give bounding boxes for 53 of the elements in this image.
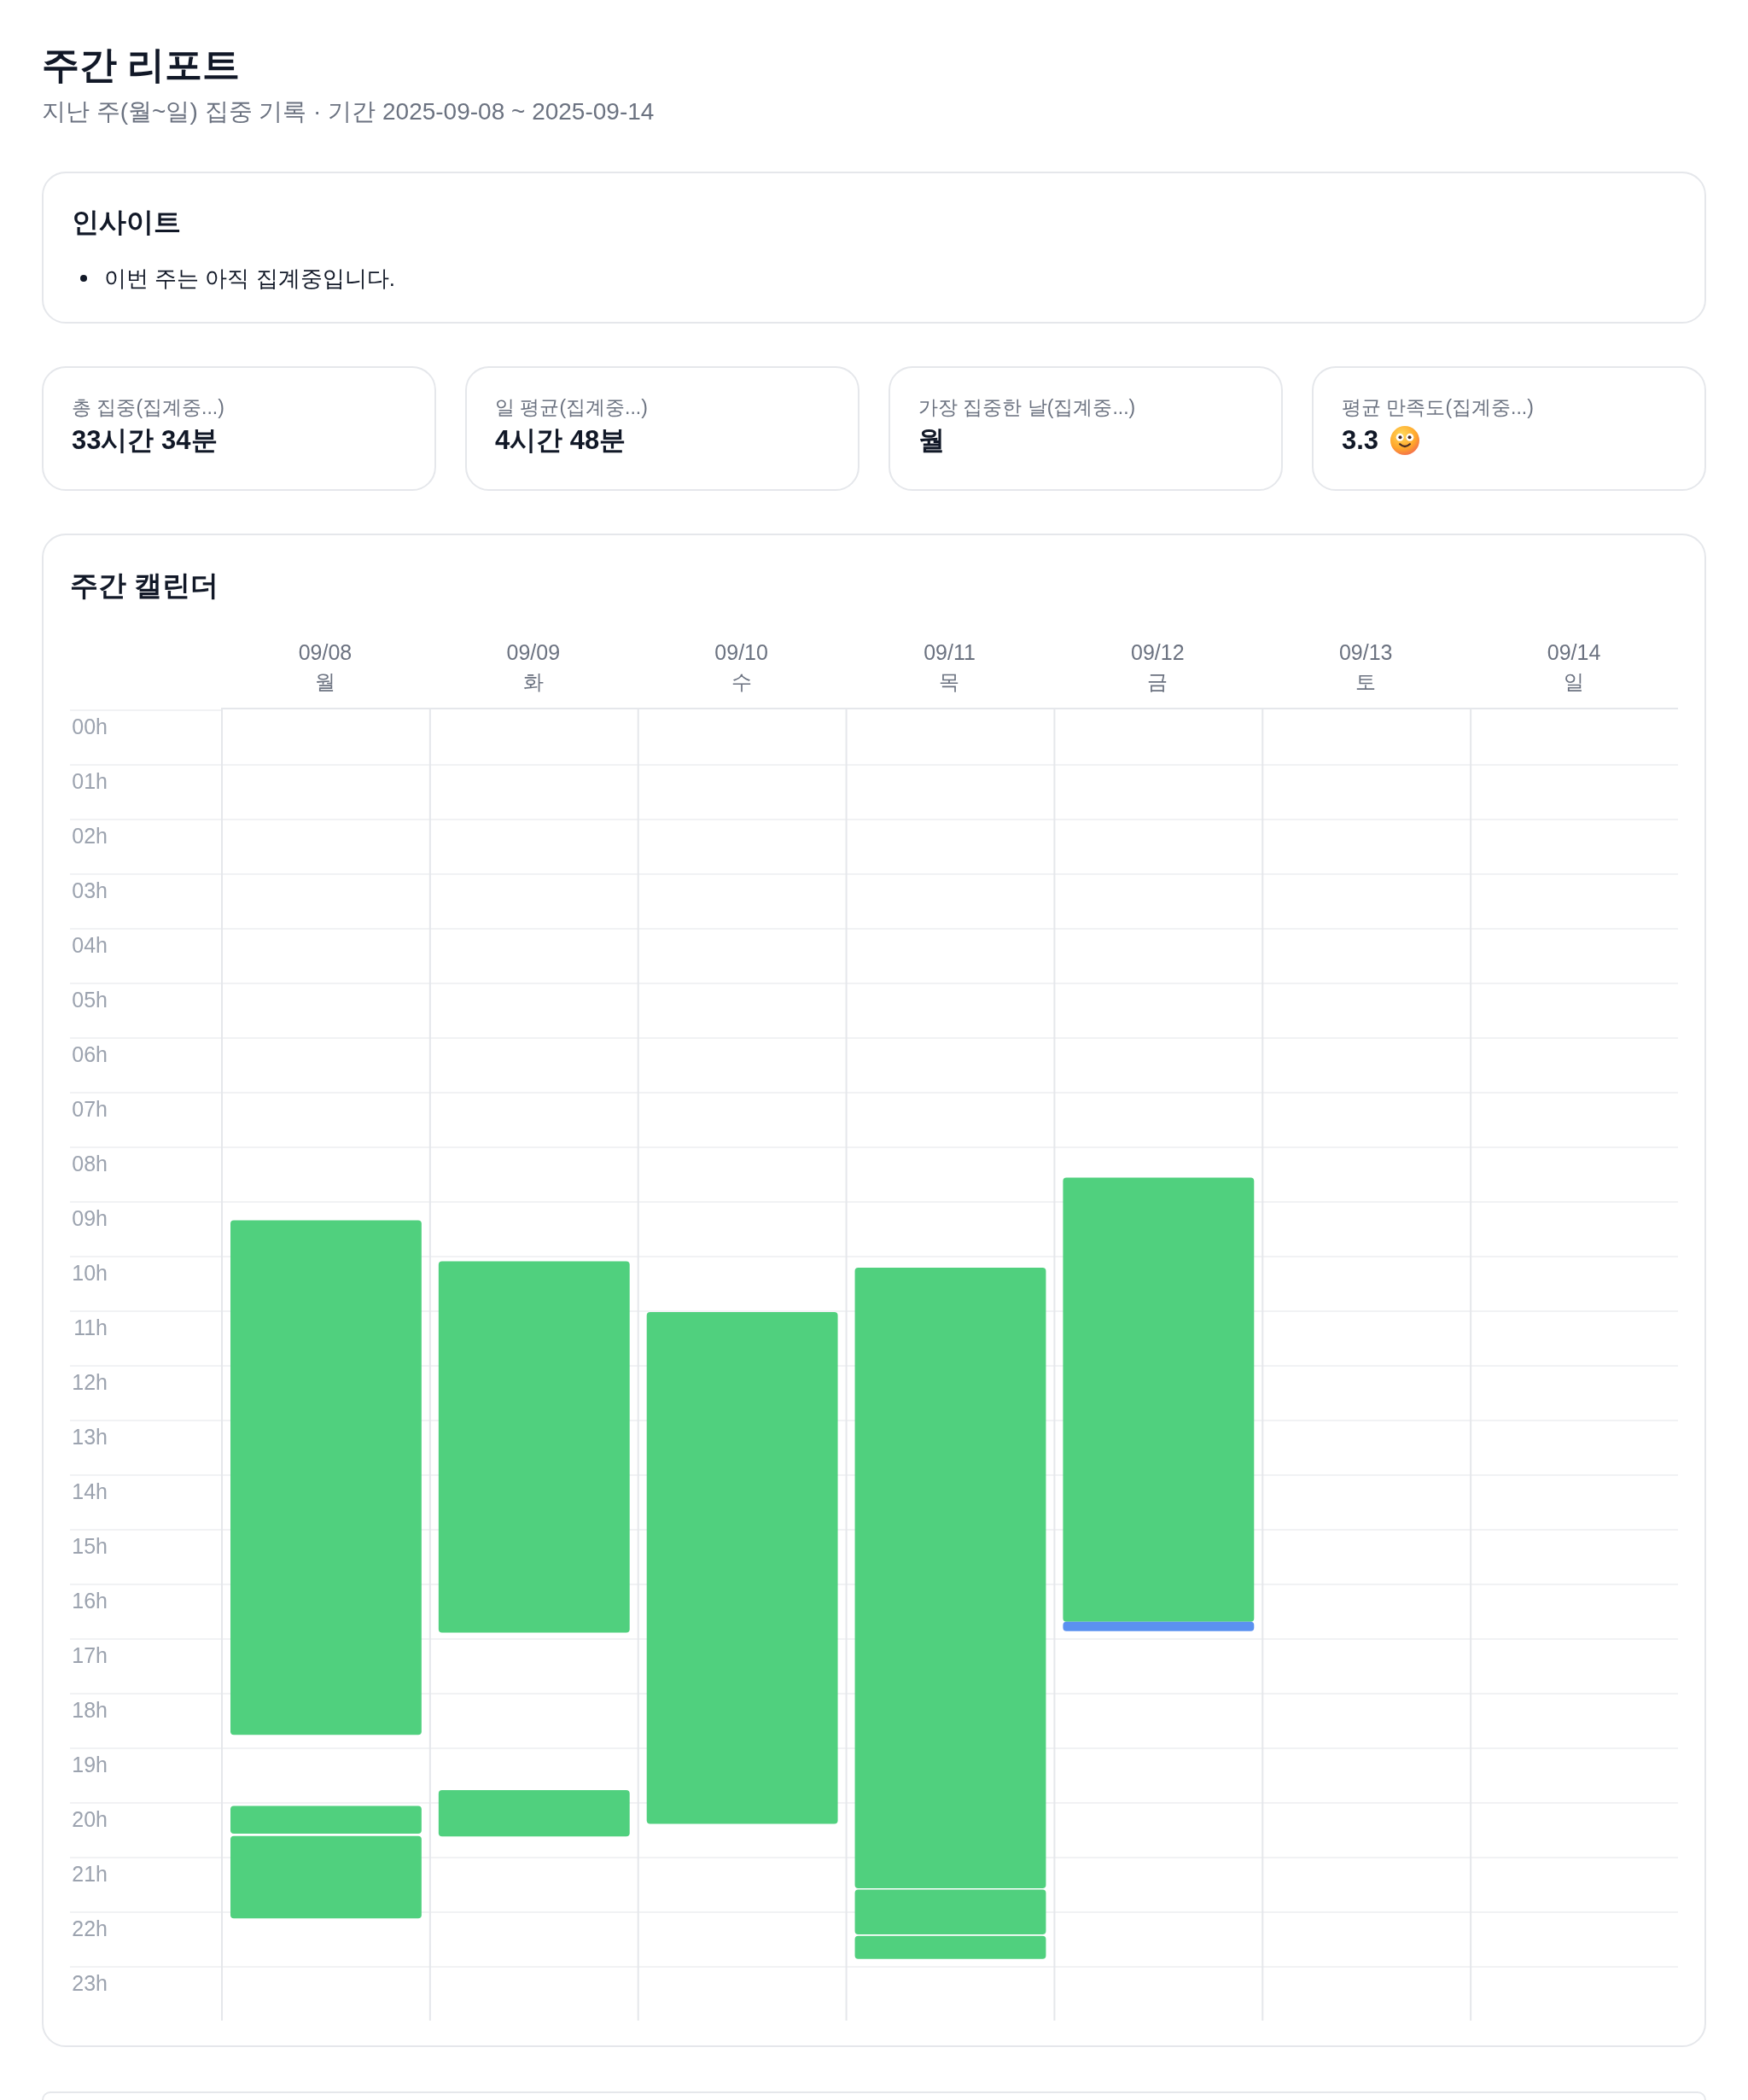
- weekday-label: 금: [1147, 669, 1168, 695]
- weekday-label: 토: [1355, 669, 1377, 695]
- hour-label: 01h: [72, 768, 108, 794]
- date-label: 09/13: [1338, 639, 1393, 666]
- hour-label: 00h: [72, 714, 108, 739]
- hour-label: 16h: [72, 1588, 108, 1613]
- hour-label: 07h: [72, 1096, 108, 1122]
- date-label: 09/14: [1547, 639, 1601, 666]
- insight-text: 이번 주는 아직 집계중입니다.: [104, 265, 395, 293]
- stat-label: 일 평균(집계중...): [495, 395, 648, 420]
- hour-label: 23h: [72, 1970, 108, 1996]
- hour-label: 13h: [72, 1424, 108, 1450]
- hour-label: 09h: [72, 1205, 108, 1231]
- stat-label: 평균 만족도(집계중...): [1342, 395, 1534, 420]
- hour-label: 12h: [72, 1369, 108, 1395]
- hour-label: 02h: [72, 823, 108, 849]
- hour-label: 11h: [73, 1315, 108, 1340]
- hour-label: 06h: [72, 1041, 108, 1067]
- stat-label: 총 집중(집계중...): [72, 395, 224, 420]
- weekday-label: 수: [731, 669, 752, 695]
- section-title: 주간 캘린더: [70, 569, 219, 603]
- date-label: 09/10: [714, 639, 768, 666]
- hour-label: 17h: [72, 1642, 108, 1668]
- stat-value: 4시간 48분: [495, 424, 626, 457]
- date-label: 09/12: [1131, 639, 1185, 666]
- page-subtitle: 지난 주(월~일) 집중 기록 · 기간 2025-09-08 ~ 2025-09-14: [42, 97, 655, 126]
- hour-label: 14h: [72, 1479, 108, 1504]
- hour-label: 03h: [72, 878, 108, 903]
- hour-label: 15h: [72, 1533, 108, 1559]
- hour-label: 19h: [72, 1752, 108, 1777]
- date-label: 09/09: [506, 639, 561, 666]
- hour-label: 08h: [72, 1151, 108, 1176]
- weekday-label: 화: [522, 669, 544, 695]
- weekday-label: 목: [939, 669, 960, 695]
- stat-value: 월: [918, 424, 945, 457]
- weekday-label: 월: [314, 669, 335, 695]
- stat-label: 가장 집중한 날(집계중...): [918, 395, 1136, 420]
- stat-value: 33시간 34분: [72, 424, 218, 457]
- section-title: 인사이트: [72, 206, 181, 239]
- hour-label: 20h: [72, 1806, 108, 1832]
- stat-value: 3.3: [1342, 424, 1379, 457]
- hour-label: 18h: [72, 1697, 108, 1723]
- hour-label: 22h: [72, 1916, 108, 1941]
- hour-label: 10h: [72, 1260, 108, 1286]
- date-label: 09/08: [298, 639, 353, 666]
- weekday-label: 일: [1564, 669, 1585, 695]
- hour-label: 21h: [72, 1861, 108, 1887]
- date-label: 09/11: [924, 639, 976, 666]
- page-title: 주간 리포트: [42, 43, 241, 87]
- bullet-icon: [80, 275, 87, 282]
- hour-label: 04h: [72, 932, 108, 958]
- hour-label: 05h: [72, 987, 108, 1012]
- smiley-face-icon: [1390, 426, 1420, 455]
